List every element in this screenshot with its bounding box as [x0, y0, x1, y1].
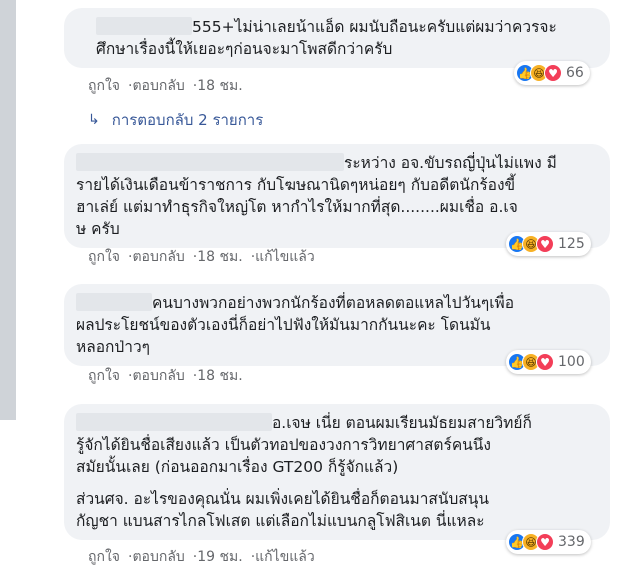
- reaction-count: 339: [558, 534, 585, 550]
- comment-text: ศึกษาเรื่องนี้ให้เยอะๆก่อนจะมาโพสดีกว่าค…: [96, 40, 393, 58]
- comment-text: ผลประโยชน์ของตัวเองนี่ก็อย่าไปฟังให้มันม…: [76, 316, 491, 334]
- comment-text: ส่วนศจ. อะไรของคุณนั่น ผมเพิ่งเคยได้ยินช…: [76, 490, 489, 508]
- comment-actions: ถูกใจ ·ตอบกลับ ·18 ชม. ·แก้ไขแล้ว: [88, 249, 315, 265]
- author-name-redacted[interactable]: [76, 413, 272, 431]
- like-button[interactable]: ถูกใจ: [88, 249, 120, 265]
- reaction-count: 100: [558, 354, 585, 370]
- reply-button[interactable]: ตอบกลับ: [132, 78, 184, 94]
- reaction-count: 66: [566, 65, 584, 81]
- comment-line: อ.เจษ เนี่ย ตอนผมเรียนมัธยมสายวิทย์ก็: [76, 412, 598, 434]
- reaction-summary[interactable]: 👍 😆 ♥ 100: [506, 350, 591, 374]
- view-replies-label: การตอบกลับ 2 รายการ: [111, 111, 264, 129]
- reply-button[interactable]: ตอบกลับ: [132, 249, 184, 265]
- comment-1: 555+ไม่น่าเลยน้าแอ็ด ผมนับถือนะครับแต่ผม…: [64, 8, 610, 68]
- love-icon: ♥: [536, 533, 554, 551]
- comment-text: สมัยนั้นเลย (ก่อนออกมาเรื่อง GT200 ก็รู้…: [76, 458, 399, 476]
- like-button[interactable]: ถูกใจ: [88, 549, 120, 565]
- reaction-summary[interactable]: 👍 😆 ♥ 125: [506, 232, 591, 256]
- comment-actions: ถูกใจ ·ตอบกลับ ·19 ชม. ·แก้ไขแล้ว: [88, 549, 315, 565]
- author-name-redacted[interactable]: [96, 17, 192, 35]
- comment-line: ระหว่าง อจ.ขับรถญี่ปุ่นไม่แพง มี: [76, 152, 598, 174]
- timestamp[interactable]: 18 ชม.: [197, 368, 242, 384]
- thread-rail: [0, 0, 16, 420]
- comment-actions: ถูกใจ ·ตอบกลับ ·18 ชม.: [88, 368, 243, 384]
- reaction-count: 125: [558, 236, 585, 252]
- view-replies-link[interactable]: ↳ การตอบกลับ 2 รายการ: [88, 108, 263, 132]
- author-name-redacted[interactable]: [76, 153, 344, 171]
- comment-actions: ถูกใจ ·ตอบกลับ ·18 ชม.: [88, 78, 243, 94]
- love-icon: ♥: [544, 64, 562, 82]
- comment-bubble: อ.เจษ เนี่ย ตอนผมเรียนมัธยมสายวิทย์ก็ รู…: [64, 404, 610, 540]
- reply-button[interactable]: ตอบกลับ: [132, 368, 184, 384]
- comment-text: คนบางพวกอย่างพวกนักร้องที่ตอหลดตอแหลไปวั…: [152, 294, 515, 312]
- love-icon: ♥: [536, 235, 554, 253]
- comment-text: ระหว่าง อจ.ขับรถญี่ปุ่นไม่แพง มี: [344, 154, 557, 172]
- timestamp[interactable]: 18 ชม.: [197, 78, 242, 94]
- comment-text: รู้จักได้ยินชื่อเสียงแล้ว เป็นตัวทอปของว…: [76, 436, 491, 454]
- comment-line: 555+ไม่น่าเลยน้าแอ็ด ผมนับถือนะครับแต่ผม…: [96, 16, 598, 38]
- reaction-summary[interactable]: 👍 😆 ♥ 66: [514, 61, 590, 85]
- reaction-summary[interactable]: 👍 😆 ♥ 339: [506, 530, 591, 554]
- love-icon: ♥: [536, 353, 554, 371]
- like-button[interactable]: ถูกใจ: [88, 368, 120, 384]
- comment-text: อ.เจษ เนี่ย ตอนผมเรียนมัธยมสายวิทย์ก็: [272, 414, 532, 432]
- timestamp[interactable]: 19 ชม.: [197, 549, 242, 565]
- comment-text: กัญชา แบนสารไกลโฟเสต แต่เลือกไม่แบนกลูโฟ…: [76, 512, 485, 530]
- comment-text: รายได้เงินเดือนข้าราชการ กับโฆษณานิดๆหน่…: [76, 176, 516, 194]
- reply-arrow-icon: ↳: [88, 112, 100, 128]
- author-name-redacted[interactable]: [76, 293, 152, 311]
- edited-label[interactable]: แก้ไขแล้ว: [255, 249, 315, 265]
- comment-text: ฮาเล่ย์ แต่มาทำธุรกิจใหญ่โต หากำไรให้มาก…: [76, 198, 518, 216]
- reply-button[interactable]: ตอบกลับ: [132, 549, 184, 565]
- like-button[interactable]: ถูกใจ: [88, 78, 120, 94]
- comment-bubble: 555+ไม่น่าเลยน้าแอ็ด ผมนับถือนะครับแต่ผม…: [64, 8, 610, 68]
- comment-thread: 555+ไม่น่าเลยน้าแอ็ด ผมนับถือนะครับแต่ผม…: [0, 0, 640, 569]
- edited-label[interactable]: แก้ไขแล้ว: [255, 549, 315, 565]
- comment-4: อ.เจษ เนี่ย ตอนผมเรียนมัธยมสายวิทย์ก็ รู…: [64, 404, 610, 540]
- comment-line: คนบางพวกอย่างพวกนักร้องที่ตอหลดตอแหลไปวั…: [76, 292, 598, 314]
- comment-text: 555+ไม่น่าเลยน้าแอ็ด ผมนับถือนะครับแต่ผม…: [192, 18, 557, 36]
- timestamp[interactable]: 18 ชม.: [197, 249, 242, 265]
